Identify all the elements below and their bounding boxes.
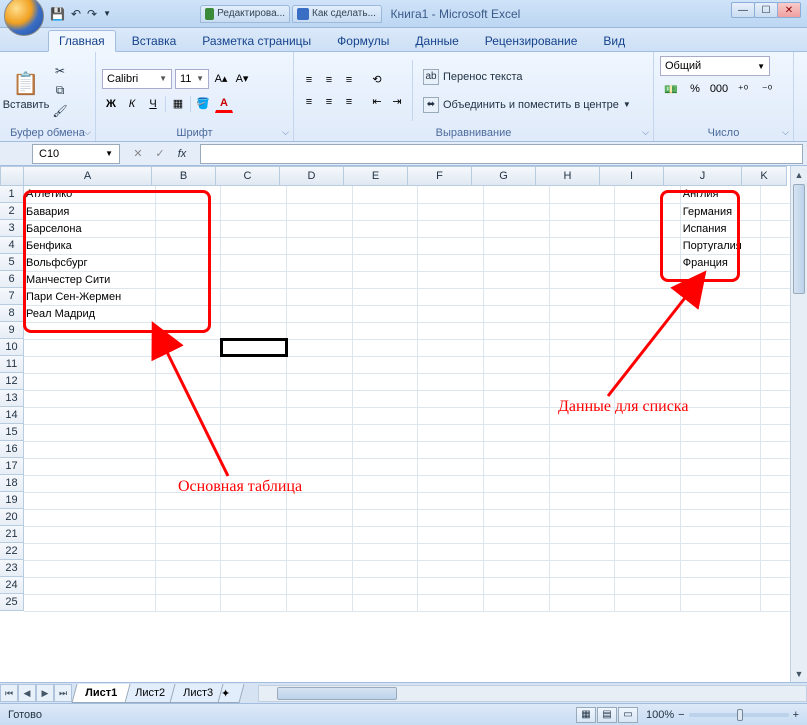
office-button[interactable] xyxy=(4,0,44,36)
annotation-arrows xyxy=(0,0,807,725)
sheet-tab-1[interactable]: Лист1 xyxy=(71,684,130,703)
